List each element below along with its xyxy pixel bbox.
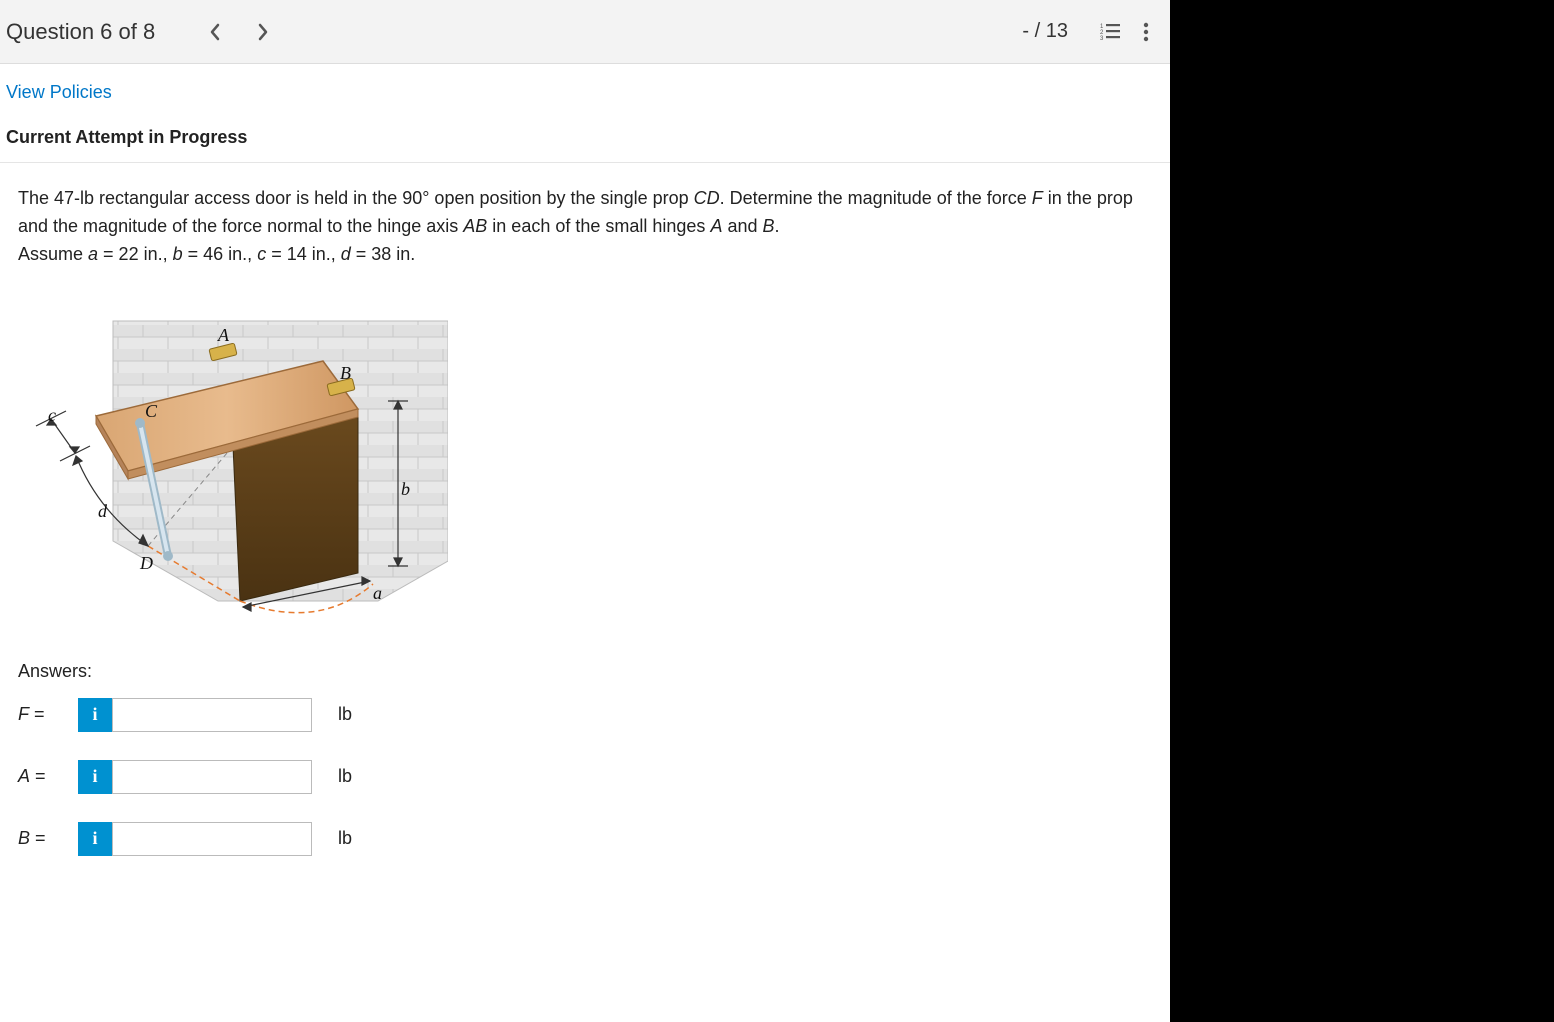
chevron-right-icon [256, 23, 270, 41]
info-icon: i [92, 828, 97, 849]
info-icon: i [92, 704, 97, 725]
qtext-b: B [763, 216, 775, 236]
answer-input-F[interactable] [112, 698, 312, 732]
attempt-heading: Current Attempt in Progress [0, 121, 1170, 163]
answer-input-B[interactable] [112, 822, 312, 856]
svg-text:3: 3 [1100, 36, 1104, 41]
answer-row-F: F = i lb [18, 698, 1152, 732]
kebab-icon [1143, 22, 1149, 42]
more-menu-button[interactable] [1128, 14, 1164, 50]
list-icon: 1 2 3 [1100, 23, 1120, 41]
assume-d: d [341, 244, 351, 264]
answer-unit-A: lb [338, 766, 352, 787]
page: Question 6 of 8 - / 13 1 2 3 View Polici [0, 0, 1170, 1022]
info-icon: i [92, 766, 97, 787]
next-question-button[interactable] [243, 12, 283, 52]
door-figure-svg [18, 301, 448, 631]
score-display: - / 13 [1022, 20, 1068, 43]
assume-a: a [88, 244, 98, 264]
info-button-A[interactable]: i [78, 760, 112, 794]
figure-container: A B C D a b c d [0, 291, 1170, 641]
fig-label-B: B [340, 363, 351, 384]
assume-a-val: = 22 in., [98, 244, 173, 264]
assume-c-val: = 14 in., [266, 244, 341, 264]
answer-input-A[interactable] [112, 760, 312, 794]
qtext-4: in each of the small hinges [487, 216, 710, 236]
fig-label-d: d [98, 501, 107, 522]
answer-label-F: F = [18, 704, 78, 725]
assume-prefix: Assume [18, 244, 88, 264]
fig-label-b: b [401, 479, 410, 500]
question-title: Question 6 of 8 [6, 19, 155, 45]
prev-question-button[interactable] [195, 12, 235, 52]
question-text: The 47-lb rectangular access door is hel… [0, 163, 1170, 291]
assume-b-val: = 46 in., [183, 244, 258, 264]
qtext-2: . Determine the magnitude of the force [720, 188, 1032, 208]
fig-label-A: A [218, 325, 229, 346]
assume-c: c [257, 244, 266, 264]
list-menu-button[interactable]: 1 2 3 [1092, 14, 1128, 50]
answer-label-B: B = [18, 828, 78, 849]
info-button-B[interactable]: i [78, 822, 112, 856]
answer-row-A: A = i lb [18, 760, 1152, 794]
answer-row-B: B = i lb [18, 822, 1152, 856]
question-nav [195, 12, 283, 52]
view-policies-link[interactable]: View Policies [6, 82, 112, 102]
question-header: Question 6 of 8 - / 13 1 2 3 [0, 0, 1170, 64]
qtext-5: and [722, 216, 762, 236]
assume-b: b [173, 244, 183, 264]
qtext-1: The 47-lb rectangular access door is hel… [18, 188, 694, 208]
fig-label-D: D [140, 553, 153, 574]
fig-label-c: c [48, 405, 56, 426]
chevron-left-icon [208, 23, 222, 41]
fig-label-C: C [145, 401, 157, 422]
door-figure: A B C D a b c d [18, 301, 448, 631]
info-button-F[interactable]: i [78, 698, 112, 732]
answer-unit-F: lb [338, 704, 352, 725]
qtext-6: . [775, 216, 780, 236]
answer-label-A: A = [18, 766, 78, 787]
policies-row: View Policies [0, 64, 1170, 121]
answers-block: F = i lb A = i lb B = i lb [0, 692, 1170, 890]
answers-heading: Answers: [0, 641, 1170, 692]
assume-d-val: = 38 in. [351, 244, 416, 264]
qtext-ab: AB [463, 216, 487, 236]
qtext-f: F [1032, 188, 1043, 208]
answer-unit-B: lb [338, 828, 352, 849]
qtext-cd: CD [694, 188, 720, 208]
qtext-a: A [710, 216, 722, 236]
fig-label-a: a [373, 583, 382, 604]
